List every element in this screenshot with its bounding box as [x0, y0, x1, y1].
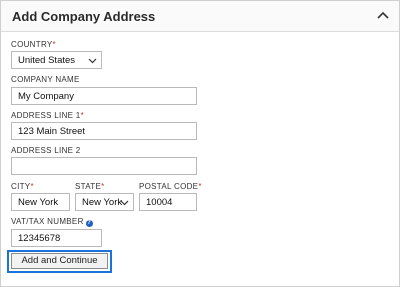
address-line-1-value: 123 Main Street [18, 126, 86, 137]
country-value: United States [18, 55, 76, 66]
chevron-down-icon [88, 56, 97, 65]
vat-input[interactable]: 12345678 [11, 229, 102, 247]
postal-code-label: POSTAL CODE* [139, 182, 202, 191]
panel-title: Add Company Address [12, 9, 156, 24]
panel-header[interactable]: Add Company Address [1, 1, 399, 32]
chevron-down-icon [120, 198, 129, 207]
question-circle-icon[interactable]: ? [85, 220, 93, 227]
state-value: New York [82, 197, 123, 208]
vat-value: 12345678 [18, 233, 61, 244]
city-input[interactable]: New York [11, 193, 70, 211]
city-value: New York [18, 197, 59, 208]
company-name-label: COMPANY NAME [11, 75, 80, 84]
country-label: COUNTRY* [11, 40, 56, 49]
add-and-continue-button[interactable]: Add and Continue [11, 253, 108, 269]
company-name-input[interactable]: My Company [11, 87, 197, 105]
city-label: CITY* [11, 182, 34, 191]
postal-code-value: 10004 [146, 197, 173, 208]
country-select[interactable]: United States [11, 51, 102, 69]
address-line-1-label: ADDRESS LINE 1* [11, 111, 84, 120]
address-line-2-input[interactable] [11, 157, 197, 175]
postal-code-input[interactable]: 10004 [139, 193, 197, 211]
company-name-value: My Company [18, 91, 74, 102]
state-select[interactable]: New York [75, 193, 134, 211]
chevron-up-icon[interactable] [375, 8, 391, 24]
vat-label: VAT/TAX NUMBER? [11, 217, 93, 227]
address-line-1-input[interactable]: 123 Main Street [11, 122, 197, 140]
address-line-2-label: ADDRESS LINE 2 [11, 146, 81, 155]
state-label: STATE* [75, 182, 105, 191]
